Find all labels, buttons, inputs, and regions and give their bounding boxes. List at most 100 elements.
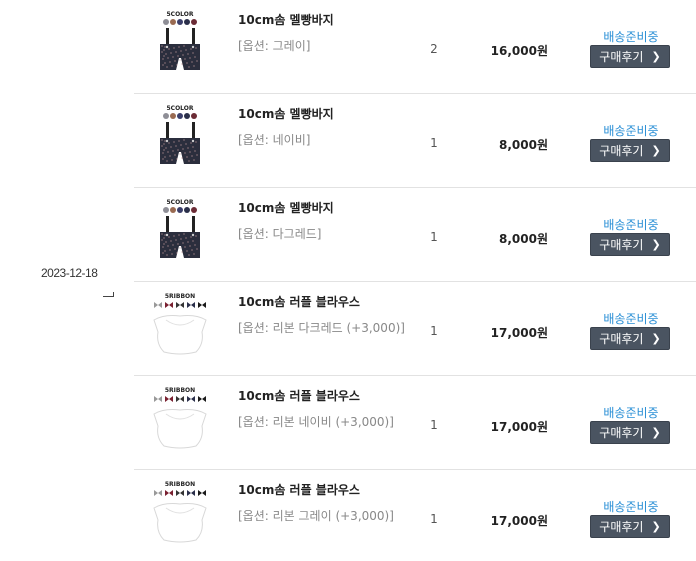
color-swatch	[170, 207, 176, 213]
color-swatch	[177, 19, 183, 25]
fabric-dot	[166, 160, 168, 162]
product-thumbnail[interactable]: 5COLOR	[144, 8, 216, 82]
thumbnail-caption: 5COLOR	[166, 11, 193, 18]
item-price: 17,000원	[490, 420, 548, 434]
fabric-dot	[190, 236, 192, 238]
fabric-dot	[175, 145, 177, 147]
order-item-row: 5COLOR 10cm솜 멜빵바지 [옵션: 그레이] 2 16,000원 배송…	[134, 0, 696, 94]
color-swatch	[163, 19, 169, 25]
fabric-dot	[161, 239, 163, 241]
fabric-dot	[166, 66, 168, 68]
write-review-button[interactable]: 구매후기 ❯	[590, 233, 670, 256]
item-price: 8,000원	[499, 138, 548, 152]
fabric-dot	[194, 56, 196, 58]
fabric-dot	[195, 235, 197, 237]
product-thumbnail[interactable]: 5RIBBON	[144, 478, 216, 552]
fabric-dot	[176, 252, 178, 254]
order-history-page: 2023-12-18 5COLOR 10cm솜 멜빵바지 [옵션: 그레이] 2…	[0, 0, 696, 561]
write-review-button[interactable]: 구매후기 ❯	[590, 139, 670, 162]
product-title[interactable]: 10cm솜 러플 블라우스	[238, 481, 360, 498]
fabric-dot	[161, 139, 163, 141]
fabric-dot	[162, 246, 164, 248]
product-title[interactable]: 10cm솜 러플 블라우스	[238, 387, 360, 404]
product-title[interactable]: 10cm솜 멜빵바지	[238, 11, 334, 28]
fabric-dot	[170, 240, 172, 242]
chevron-right-icon: ❯	[651, 144, 661, 157]
thumbnail-caption: 5RIBBON	[165, 481, 195, 488]
item-quantity: 1	[430, 324, 438, 338]
item-quantity: 1	[430, 418, 438, 432]
write-review-button[interactable]: 구매후기 ❯	[590, 515, 670, 538]
button	[165, 233, 169, 237]
product-thumbnail[interactable]: 5RIBBON	[144, 384, 216, 458]
ribbon-swatch	[187, 490, 195, 496]
fabric-dot	[187, 241, 189, 243]
ribbon-swatch	[198, 396, 206, 402]
color-swatch	[177, 113, 183, 119]
fabric-dot	[164, 140, 166, 142]
fabric-dot	[182, 54, 184, 56]
button	[191, 139, 195, 143]
product-thumbnail[interactable]: 5COLOR	[144, 196, 216, 270]
fabric-dot	[189, 245, 191, 247]
fabric-dot	[177, 243, 179, 245]
fabric-dot	[184, 246, 186, 248]
fabric-dot	[182, 148, 184, 150]
write-review-button[interactable]: 구매후기 ❯	[590, 327, 670, 350]
fabric-dot	[162, 158, 164, 160]
fabric-dot	[184, 58, 186, 60]
fabric-dot	[167, 151, 169, 153]
strap	[192, 216, 195, 232]
fabric-dot	[195, 141, 197, 143]
ribbon-swatch	[176, 302, 184, 308]
fabric-dot	[171, 65, 173, 67]
fabric-dot	[182, 242, 184, 244]
fabric-dot	[185, 237, 187, 239]
product-title[interactable]: 10cm솜 멜빵바지	[238, 105, 334, 122]
fabric-dot	[176, 64, 178, 66]
item-quantity: 1	[430, 230, 438, 244]
color-swatch	[170, 113, 176, 119]
fabric-dot	[166, 254, 168, 256]
color-swatch	[163, 113, 169, 119]
product-title[interactable]: 10cm솜 멜빵바지	[238, 199, 334, 216]
fabric-dot	[163, 55, 165, 57]
fabric-dot	[174, 60, 176, 62]
ribbon-swatch	[154, 490, 162, 496]
fabric-dot	[183, 139, 185, 141]
product-option: [옵션: 네이비]	[238, 133, 311, 147]
order-link-mark[interactable]	[103, 292, 114, 297]
fabric-dot	[181, 63, 183, 65]
fabric-dot	[191, 249, 193, 251]
write-review-button[interactable]: 구매후기 ❯	[590, 421, 670, 444]
strap	[166, 28, 169, 44]
item-price: 17,000원	[490, 514, 548, 528]
write-review-button[interactable]: 구매후기 ❯	[590, 45, 670, 68]
fabric-dot	[161, 51, 163, 53]
strap	[166, 216, 169, 232]
fabric-dot	[188, 160, 190, 162]
fabric-dot	[194, 150, 196, 152]
fabric-dot	[164, 46, 166, 48]
fabric-dot	[196, 154, 198, 156]
fabric-dot	[164, 234, 166, 236]
button	[165, 139, 169, 143]
fabric-dot	[192, 52, 194, 54]
review-button-label: 구매후기	[599, 238, 644, 252]
order-date: 2023-12-18	[41, 266, 98, 280]
product-thumbnail[interactable]: 5COLOR	[144, 102, 216, 176]
review-button-label: 구매후기	[599, 426, 644, 440]
order-item-row: 5RIBBON 10cm솜 러플 블라우스 [옵션: 리본 그레이 (+3,00…	[134, 470, 696, 561]
product-thumbnail[interactable]: 5RIBBON	[144, 290, 216, 364]
fabric-dot	[162, 252, 164, 254]
delivery-status: 배송준비중	[603, 406, 659, 420]
fabric-dot	[172, 56, 174, 58]
product-title[interactable]: 10cm솜 러플 블라우스	[238, 293, 360, 310]
fabric-dot	[161, 233, 163, 235]
fabric-dot	[173, 141, 175, 143]
fabric-dot	[163, 237, 165, 239]
fabric-dot	[196, 60, 198, 62]
item-quantity: 1	[430, 136, 438, 150]
ribbon-swatch	[187, 302, 195, 308]
order-item-row: 5RIBBON 10cm솜 러플 블라우스 [옵션: 리본 네이비 (+3,00…	[134, 376, 696, 470]
